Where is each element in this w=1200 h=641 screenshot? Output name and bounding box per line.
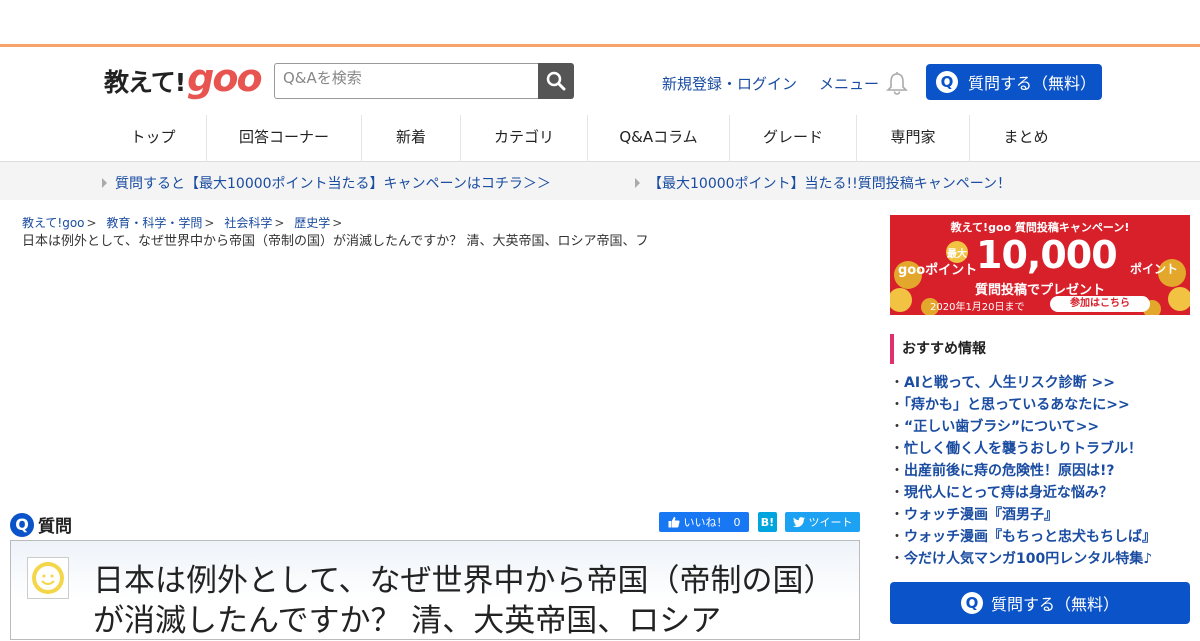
ask-question-button[interactable]: Q 質問する（無料） <box>926 64 1102 100</box>
search-button[interactable] <box>538 63 574 99</box>
recommend-item[interactable]: 現代人にとって痔は身近な悩み？ <box>890 482 1190 504</box>
question-title: 日本は例外として、なぜ世界中から帝国（帝制の国）が消滅したんですか？ 清、大英帝… <box>93 563 820 639</box>
nav-item-top[interactable]: トップ <box>100 115 206 162</box>
question-heading: Q 質問 <box>10 512 72 537</box>
nav-item-expert[interactable]: 専門家 <box>856 115 969 162</box>
banner-sub: 質問投稿でプレゼント <box>974 283 1105 298</box>
banner-pre: gooポイント <box>898 263 978 278</box>
nav-item-new[interactable]: 新着 <box>361 115 460 162</box>
recommend-item[interactable]: “正しい歯ブラシ”について>> <box>890 416 1190 438</box>
recommend-section: おすすめ情報 AIと戦って、人生リスク診断 >> 「痔かも」と思っているあなたに… <box>890 334 1190 570</box>
tweet-button[interactable]: ツイート <box>785 512 860 532</box>
nav-item-answer[interactable]: 回答コーナー <box>206 115 361 162</box>
search-input[interactable] <box>274 63 538 99</box>
avatar <box>27 557 69 599</box>
banner-max: 最大 <box>946 241 968 263</box>
sidebar-ask-button[interactable]: Q 質問する（無料） <box>890 582 1190 624</box>
like-button[interactable]: いいね！ 0 <box>659 512 749 532</box>
recommend-item[interactable]: 出産前後に痔の危険性！原因は!? <box>890 460 1190 482</box>
question-q-icon: Q <box>936 71 958 93</box>
logo-text: 教えて! <box>104 68 186 97</box>
question-q-icon: Q <box>960 592 983 614</box>
recommend-item[interactable]: ウォッチ漫画『もちっと忠犬もちしば』 <box>890 526 1190 548</box>
nav-item-category[interactable]: カテゴリ <box>460 115 587 162</box>
site-header: 教えて! goo 新規登録・ログイン メニュー Q 質問する（無料） <box>0 47 1200 115</box>
banner-amount: 10,000 <box>976 233 1118 277</box>
breadcrumb-current: 日本は例外として、なぜ世界中から帝国（帝制の国）が消滅したんですか？ 清、大英帝… <box>22 234 649 249</box>
smiley-face-icon <box>32 562 64 594</box>
login-link[interactable]: 新規登録・ログイン <box>662 73 797 94</box>
thumbs-up-icon <box>668 516 680 528</box>
question-q-icon: Q <box>10 512 34 537</box>
header-links: 新規登録・ログイン メニュー <box>662 73 879 94</box>
arrow-right-icon <box>635 178 640 188</box>
hatena-bookmark-button[interactable]: B! <box>758 512 777 532</box>
bell-icon[interactable] <box>886 71 908 95</box>
logo-goo: goo <box>187 56 262 100</box>
recommend-item[interactable]: 忙しく働く人を襲うおしりトラブル！ <box>890 438 1190 460</box>
banner-deadline: 2020年1月20日まで <box>930 302 1025 313</box>
recommend-item[interactable]: 今だけ人気マンガ100円レンタル特集♪ <box>890 548 1190 570</box>
recommend-item[interactable]: ウォッチ漫画『酒男子』 <box>890 504 1190 526</box>
campaign-link-1[interactable]: 質問すると【最大10000ポイント当たる】キャンペーンはコチラ＞＞ <box>102 173 551 193</box>
question-heading-label: 質問 <box>38 517 72 537</box>
campaign-link-2[interactable]: 【最大10000ポイント】当たる!!質問投稿キャンペーン！ <box>635 173 1011 193</box>
campaign-link-2-label: 【最大10000ポイント】当たる!!質問投稿キャンペーン！ <box>648 176 1012 192</box>
search-bar <box>274 63 574 99</box>
breadcrumb-item[interactable]: 歴史学 <box>294 216 330 230</box>
search-icon <box>546 71 566 91</box>
sidebar-ask-label: 質問する（無料） <box>990 595 1119 614</box>
like-label: いいね！ <box>683 516 728 529</box>
recommend-heading: おすすめ情報 <box>890 334 1190 364</box>
banner-unit: ポイント <box>1130 262 1179 276</box>
breadcrumb: 教えて!goo > 教育・科学・学問 > 社会科学 > 歴史学 > <box>22 216 343 230</box>
like-count: 0 <box>733 515 741 529</box>
tweet-label: ツイート <box>808 516 853 529</box>
breadcrumb-item[interactable]: 社会科学 <box>224 216 272 230</box>
breadcrumb-item[interactable]: 教育・科学・学問 <box>106 216 202 230</box>
recommend-item[interactable]: AIと戦って、人生リスク診断 >> <box>890 372 1190 394</box>
nav-item-grade[interactable]: グレード <box>729 115 856 162</box>
nav-item-column[interactable]: Q&Aコラム <box>587 115 729 162</box>
breadcrumb-item[interactable]: 教えて!goo <box>22 216 85 230</box>
nav-item-summary[interactable]: まとめ <box>969 115 1082 162</box>
recommend-item[interactable]: 「痔かも」と思っているあなたに>> <box>890 394 1190 416</box>
global-nav: トップ 回答コーナー 新着 カテゴリ Q&Aコラム グレード 専門家 まとめ <box>0 115 1200 162</box>
ask-button-label: 質問する（無料） <box>968 74 1097 93</box>
top-ad-band <box>0 0 1200 47</box>
question-box: 日本は例外として、なぜ世界中から帝国（帝制の国）が消滅したんですか？ 清、大英帝… <box>10 540 860 640</box>
arrow-right-icon <box>102 178 107 188</box>
campaign-banner[interactable]: 教えて!goo 質問投稿キャンペーン! gooポイント 最大 10,000 ポイ… <box>890 215 1190 315</box>
site-logo[interactable]: 教えて! goo <box>104 56 263 100</box>
campaign-link-1-label: 質問すると【最大10000ポイント当たる】キャンペーンはコチラ＞＞ <box>115 176 551 192</box>
menu-link[interactable]: メニュー <box>819 73 879 94</box>
twitter-bird-icon <box>792 516 805 527</box>
campaign-bar: 質問すると【最大10000ポイント当たる】キャンペーンはコチラ＞＞ 【最大100… <box>0 162 1200 200</box>
banner-cta: 参加はこちら <box>1050 296 1150 312</box>
